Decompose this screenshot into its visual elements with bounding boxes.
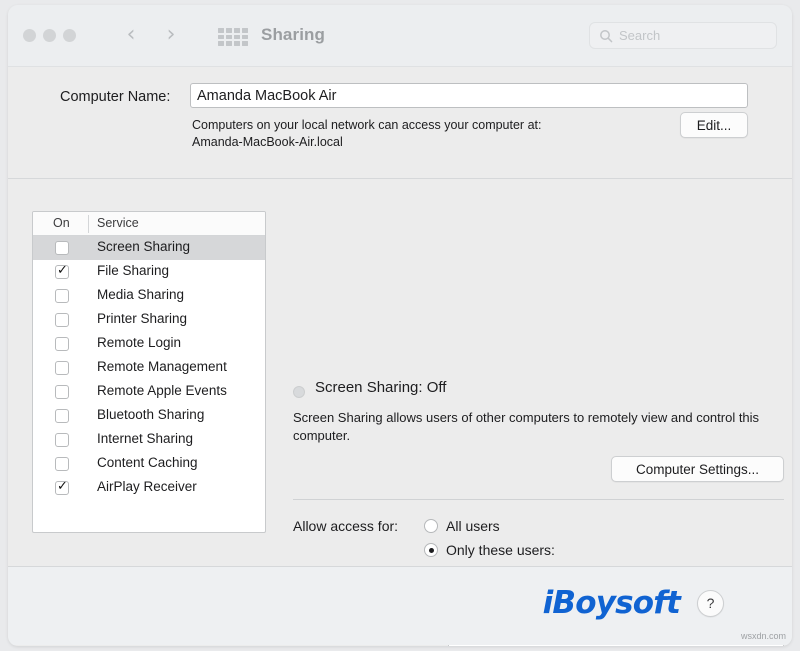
service-row[interactable]: Remote Login [33,332,265,356]
computer-name-section: Computer Name: Computers on your local n… [8,67,792,179]
service-label: Media Sharing [97,287,184,302]
radio-all-users-button[interactable] [424,519,438,533]
service-label: Content Caching [97,455,198,470]
column-header-service: Service [97,216,139,230]
help-button[interactable]: ? [697,590,724,617]
service-label: Remote Login [97,335,181,350]
service-label: Remote Apple Events [97,383,227,398]
chevron-right-icon[interactable]: › [158,22,184,48]
iboysoft-logo: iBoysoft [543,585,680,621]
computer-settings-button[interactable]: Computer Settings... [611,456,784,482]
service-row[interactable]: Bluetooth Sharing [33,404,265,428]
search-icon [599,29,613,43]
column-divider [88,215,89,233]
service-checkbox[interactable] [55,265,69,279]
minimize-window-button[interactable] [43,29,56,42]
service-row[interactable]: Media Sharing [33,284,265,308]
service-label: Remote Management [97,359,227,374]
service-checkbox[interactable] [55,409,69,423]
search-placeholder: Search [619,28,660,43]
radio-only-these-users-button[interactable] [424,543,438,557]
service-checkbox[interactable] [55,361,69,375]
search-field[interactable]: Search [589,22,777,49]
window-titlebar: ‹ › Sharing Search [8,5,792,67]
network-access-hint: Computers on your local network can acce… [192,117,662,151]
services-table[interactable]: On Service Screen Sharing File Sharing Med… [32,211,266,533]
sharing-preferences-window: ‹ › Sharing Search Computer Name: Comput… [8,5,792,646]
services-table-header: On Service [33,212,265,236]
service-row[interactable]: Printer Sharing [33,308,265,332]
service-label: AirPlay Receiver [97,479,197,494]
radio-all-users-label: All users [446,518,500,534]
computer-name-label: Computer Name: [60,89,170,105]
service-status-title: Screen Sharing: Off [315,379,446,396]
service-row[interactable]: File Sharing [33,260,265,284]
maximize-window-button[interactable] [63,29,76,42]
service-checkbox[interactable] [55,433,69,447]
sharing-main-panel: On Service Screen Sharing File Sharing Med… [8,179,792,567]
computer-name-input[interactable] [190,83,748,108]
service-row[interactable]: Remote Apple Events [33,380,265,404]
service-checkbox[interactable] [55,481,69,495]
service-checkbox[interactable] [55,385,69,399]
section-divider [293,499,784,500]
local-hostname: Amanda-MacBook-Air.local [192,135,343,149]
service-label: Internet Sharing [97,431,193,446]
chevron-left-icon[interactable]: ‹ [118,22,144,48]
page-title: Sharing [261,25,325,45]
window-footer: iBoysoft ? wsxdn.com [8,567,792,645]
radio-only-these-users-label: Only these users: [446,542,555,558]
network-access-hint-line1: Computers on your local network can acce… [192,118,541,132]
service-label: Printer Sharing [97,311,187,326]
allow-access-label: Allow access for: [293,518,398,534]
service-description: Screen Sharing allows users of other com… [293,409,783,445]
edit-button[interactable]: Edit... [680,112,748,138]
service-checkbox[interactable] [55,337,69,351]
close-window-button[interactable] [23,29,36,42]
service-checkbox[interactable] [55,241,69,255]
service-row[interactable]: Remote Management [33,356,265,380]
column-header-on: On [53,216,70,230]
service-label: File Sharing [97,263,169,278]
service-label: Screen Sharing [97,239,190,254]
services-row-container: Screen Sharing File Sharing Media Sharing P… [33,236,265,500]
service-row[interactable]: AirPlay Receiver [33,476,265,500]
service-row[interactable]: Internet Sharing [33,428,265,452]
service-row[interactable]: Screen Sharing [33,236,265,260]
service-checkbox[interactable] [55,313,69,327]
status-indicator-icon [293,386,305,398]
service-checkbox[interactable] [55,289,69,303]
service-row[interactable]: Content Caching [33,452,265,476]
service-checkbox[interactable] [55,457,69,471]
grid-icon[interactable] [214,27,252,47]
watermark-text: wsxdn.com [741,631,786,641]
service-label: Bluetooth Sharing [97,407,204,422]
